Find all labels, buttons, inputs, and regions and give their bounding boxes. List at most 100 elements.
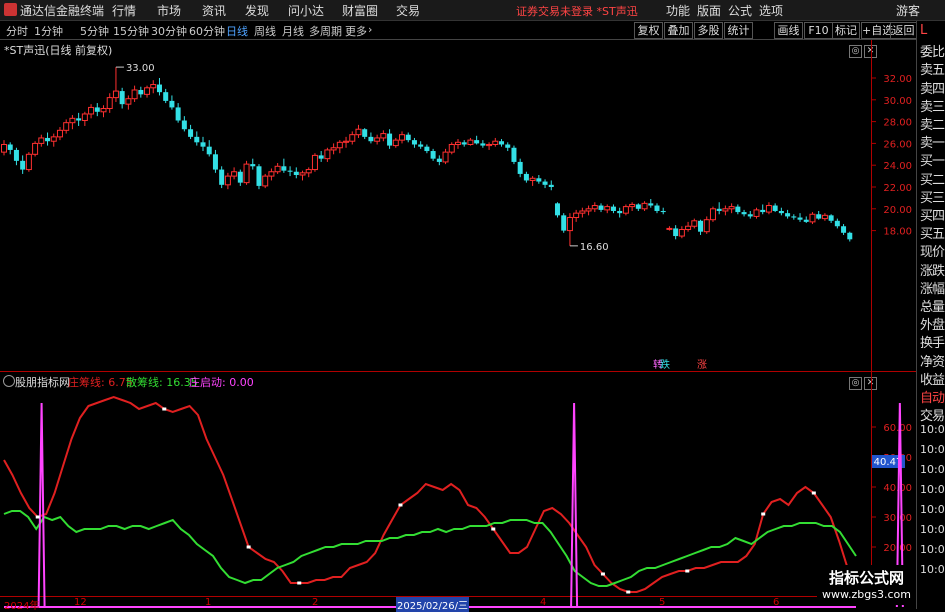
candle-body	[573, 212, 580, 219]
candle-body	[629, 203, 636, 208]
main-y-tick-label: 20.00	[883, 205, 912, 216]
indicator-line-zhuang	[3, 395, 857, 593]
candle-body	[405, 134, 411, 141]
signal-dot	[398, 503, 403, 507]
candle-body	[250, 164, 256, 167]
candle-body	[654, 205, 660, 211]
candle-body	[772, 205, 778, 211]
candle-body	[7, 144, 13, 150]
candle-body	[69, 117, 76, 124]
side-item-7[interactable]: 买一	[920, 150, 945, 169]
main-y-tick-label: 18.00	[883, 227, 912, 238]
candle-body	[380, 133, 387, 139]
candle-body	[374, 137, 381, 142]
candle-body	[63, 122, 70, 131]
candle-body	[38, 137, 45, 144]
candle-body	[175, 107, 181, 121]
x-label-5: 5	[659, 597, 666, 608]
candle-body	[430, 151, 436, 159]
candle-body	[311, 154, 318, 171]
candle-body	[131, 89, 138, 100]
side-item-6[interactable]: 卖一	[920, 132, 945, 151]
signal-dot	[685, 569, 690, 573]
side-item-11[interactable]: 买五	[920, 223, 945, 242]
side-item-14[interactable]: 涨幅	[920, 278, 945, 297]
side-item-17[interactable]: 换手	[920, 332, 945, 351]
candle-body	[454, 141, 461, 145]
candle-body	[100, 108, 107, 113]
candle-body	[94, 107, 100, 112]
candle-body	[747, 214, 753, 217]
side-item-0[interactable]: L	[920, 23, 927, 38]
candle-body	[188, 129, 194, 137]
candle-body	[88, 106, 95, 115]
signal-dot	[297, 581, 302, 585]
candle-body	[635, 204, 641, 209]
candle-body	[330, 147, 337, 151]
candle-body	[387, 133, 393, 146]
side-item-2[interactable]: 卖五	[920, 59, 945, 78]
high-price-label: 33.00	[126, 63, 155, 74]
side-item-9[interactable]: 买三	[920, 187, 945, 206]
side-item-21[interactable]: 交易	[920, 405, 945, 424]
candle-body	[418, 144, 424, 147]
side-item-19[interactable]: 收益	[920, 369, 945, 388]
candle-body	[523, 173, 529, 181]
x-label-4: 4	[540, 597, 547, 608]
candle-body	[529, 177, 536, 181]
side-item-12[interactable]: 现价	[920, 241, 945, 260]
side-item-13[interactable]: 涨跌	[920, 260, 945, 279]
candle-body	[765, 205, 772, 213]
signal-dot	[491, 527, 496, 531]
candle-body	[598, 205, 604, 210]
candle-body	[13, 149, 19, 161]
x-label-6: 6	[773, 597, 780, 608]
side-item-18[interactable]: 净资	[920, 351, 945, 370]
watermark-title: 指标公式网	[828, 569, 904, 587]
candle-body	[585, 208, 592, 212]
candle-body	[499, 141, 505, 145]
candle-body	[243, 163, 250, 184]
watermark-url: www.zbgs3.com	[822, 588, 911, 601]
side-item-3[interactable]: 卖四	[920, 78, 945, 97]
candle-body	[231, 171, 238, 177]
candle-body	[791, 216, 797, 218]
low-price-label: 16.60	[580, 242, 609, 253]
candle-body	[206, 146, 212, 155]
side-item-1[interactable]: 委比	[920, 41, 945, 60]
side-item-8[interactable]: 买二	[920, 169, 945, 188]
watermark: 指标公式网 www.zbgs3.com	[817, 565, 916, 605]
candle-body	[274, 165, 281, 173]
candle-body	[548, 184, 554, 187]
candle-body	[753, 209, 760, 217]
candle-body	[81, 113, 88, 122]
candle-body	[194, 136, 200, 143]
candle-body	[163, 92, 169, 101]
candle-body	[219, 169, 225, 185]
candle-body	[125, 98, 132, 105]
candle-body	[828, 215, 834, 221]
candle-body	[343, 140, 350, 143]
candle-body	[554, 203, 560, 216]
side-item-15[interactable]: 总量	[920, 296, 945, 315]
candle-body	[25, 153, 32, 171]
chart-canvas[interactable]: 32.00 30.00 28.00 26.00 24.00 22.00 20.00 18.00…	[0, 0, 916, 609]
candle-body	[45, 137, 51, 142]
candle-body	[436, 158, 442, 162]
candle-body	[411, 140, 417, 145]
candle-body	[50, 136, 57, 142]
candle-body	[150, 84, 157, 89]
side-item-20[interactable]: 自动	[920, 387, 945, 406]
side-item-4[interactable]: 卖三	[920, 96, 945, 115]
candle-body	[32, 142, 39, 155]
side-item-5[interactable]: 卖二	[920, 114, 945, 133]
main-y-tick-label: 24.00	[883, 161, 912, 172]
signal-dot	[761, 512, 766, 516]
candle-body	[1, 143, 7, 153]
candle-body	[809, 213, 816, 223]
candle-body	[169, 100, 175, 108]
side-item-16[interactable]: 外盘	[920, 314, 945, 333]
side-item-10[interactable]: 买四	[920, 205, 945, 224]
candle-body	[448, 143, 455, 153]
candle-body	[262, 175, 269, 187]
